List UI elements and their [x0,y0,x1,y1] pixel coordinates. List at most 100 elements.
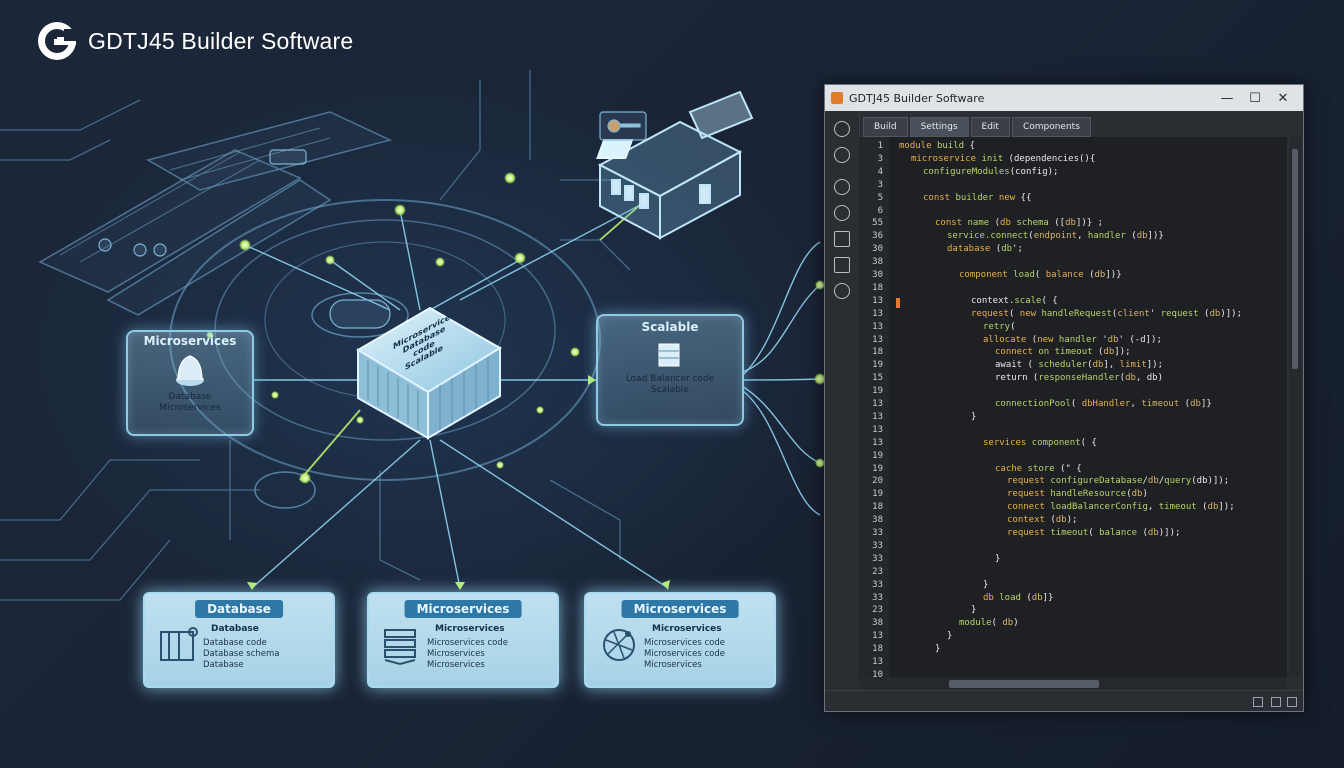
panel-toggle-icon[interactable] [1271,697,1281,707]
line-number: 30 [872,270,883,280]
code-line[interactable]: module build { [899,141,975,151]
code-line[interactable]: allocate (new handler 'db' (-d]); [983,335,1162,345]
bottom-node-microservices-2-line-2: Microservices code [644,649,725,659]
code-line[interactable]: } [983,580,988,590]
line-number: 23 [872,605,883,616]
bottom-node-database-title: Database [195,600,283,618]
horizontal-scroll-thumb[interactable] [949,680,1099,688]
bottom-node-microservices-2-line-3: Microservices [644,660,702,670]
code-line[interactable]: } [971,605,976,615]
code-line[interactable]: service.connect(endpoint, handler (db])} [947,231,1164,241]
line-number: 19 [872,360,883,371]
code-line[interactable]: request configureDatabase/db/query(db)])… [1007,476,1229,486]
bottom-node-database[interactable]: Database Database Database code Database… [143,592,335,688]
line-number: 13 [872,308,883,319]
ide-titlebar[interactable]: GDTJ45 Builder Software — ☐ ✕ [825,85,1303,111]
line-number: 30 [872,244,883,255]
code-editor[interactable]: 1 3 4 3 5 6 55 36 30 38 30 18 13 13 13 13 18 19 15 19 13 13 13… [859,137,1287,677]
code-line[interactable]: connect loadBalancerConfig, timeout (db]… [1007,502,1235,512]
globe-network-icon [603,629,635,661]
code-line[interactable]: await ( scheduler(db], limit]); [995,360,1163,370]
line-number: 13 [872,657,883,667]
code-line[interactable]: retry( [983,322,1016,332]
code-line[interactable]: component load( balance (db])} [959,270,1122,280]
layout-toggle-icon[interactable] [1253,697,1263,707]
bottom-node-microservices-2[interactable]: Microservices Microservices Microservice… [584,592,776,688]
line-number: 1 [877,141,883,151]
globe-icon[interactable] [834,205,850,221]
tab-edit[interactable]: Edit [970,117,1010,137]
line-number: 23 [872,566,883,577]
server-stack-icon [658,343,680,367]
horizontal-scrollbar[interactable] [859,677,1287,691]
app-icon [831,92,843,104]
scalable-node[interactable]: Scalable Load Balancer code Scalable [596,314,744,426]
bottom-node-database-line-1: Database code [203,638,267,648]
bottom-node-microservices-1[interactable]: Microservices Microservices Microservice… [367,592,559,688]
ide-window[interactable]: GDTJ45 Builder Software — ☐ ✕ Build Sett… [824,84,1304,712]
minimize-button[interactable]: — [1213,91,1241,106]
close-button[interactable]: ✕ [1269,91,1297,106]
line-number: 38 [872,618,883,629]
microservices-node-line-2: Microservices [159,403,221,413]
code-line[interactable]: database (db'; [947,244,1023,254]
line-number: 33 [872,528,883,538]
code-line[interactable]: const name (db schema ([db])} ; [935,218,1103,228]
chat-icon[interactable] [834,283,850,299]
code-line[interactable]: request( new handleRequest(client' reque… [971,309,1242,319]
code-line[interactable]: db load (db]} [983,593,1053,603]
maximize-button[interactable]: ☐ [1241,91,1269,106]
tab-build[interactable]: Build [863,117,908,137]
vertical-scroll-thumb[interactable] [1292,149,1298,369]
line-number: 13 [872,437,883,448]
code-line[interactable]: return (responseHandler(db, db) [995,373,1163,383]
breakpoint-marker[interactable] [896,298,900,308]
line-number: 13 [872,631,883,642]
split-view-icon[interactable] [1287,697,1297,707]
code-line[interactable]: request handleResource(db) [1007,489,1148,499]
code-line[interactable]: } [935,644,940,654]
bottom-node-microservices-2-line-1: Microservices code [644,638,725,648]
code-line[interactable]: const builder new {{ [923,193,1031,203]
bottom-node-microservices-1-line-2: Microservices [427,649,485,659]
search-icon[interactable] [834,147,850,163]
line-number: 5 [877,192,883,203]
line-number: 38 [872,515,883,526]
code-line[interactable]: microservice init (dependencies(){ [911,154,1095,164]
tab-components[interactable]: Components [1011,117,1091,137]
bottom-node-microservices-1-sub: Microservices [435,624,505,634]
line-number: 6 [877,205,883,216]
line-number: 19 [872,386,883,397]
bottom-node-database-text: Database code Database schema Database [203,638,327,671]
line-number: 3 [877,153,883,164]
code-line[interactable]: connect on timeout (db]); [995,347,1131,357]
code-line[interactable]: cache store (" { [995,464,1082,474]
code-line[interactable]: } [971,412,976,422]
extensions-icon[interactable] [834,257,850,273]
code-line[interactable]: context.scale( { [971,296,1058,306]
line-number: 4 [877,166,883,177]
line-number: 13 [872,399,883,409]
ide-status-bar [825,690,1303,711]
settings-icon[interactable] [834,231,850,247]
code-line[interactable]: module( db) [959,618,1019,628]
code-line[interactable]: configureModules(config); [923,167,1058,177]
code-line[interactable]: request timeout( balance (db)]); [1007,528,1180,538]
vertical-scrollbar[interactable] [1289,137,1301,677]
database-icon [176,355,204,386]
code-line[interactable]: connectionPool( dbHandler, timeout (db]} [995,399,1212,409]
line-number: 13 [872,295,883,306]
line-number: 33 [872,592,883,603]
explorer-icon[interactable] [834,121,850,137]
history-icon[interactable] [834,179,850,195]
line-number: 10 [872,669,883,677]
code-line[interactable]: } [947,631,952,641]
code-line[interactable]: } [995,554,1000,564]
microservices-node-line-1: Database [168,392,212,402]
bottom-node-microservices-2-sub: Microservices [652,624,722,634]
tab-settings[interactable]: Settings [909,117,969,137]
scalable-node-line-2: Scalable [651,385,689,395]
code-line[interactable]: services component( { [983,438,1097,448]
code-line[interactable]: context (db); [1007,515,1077,525]
microservices-node[interactable]: Microservices Database Microservices [126,330,254,436]
